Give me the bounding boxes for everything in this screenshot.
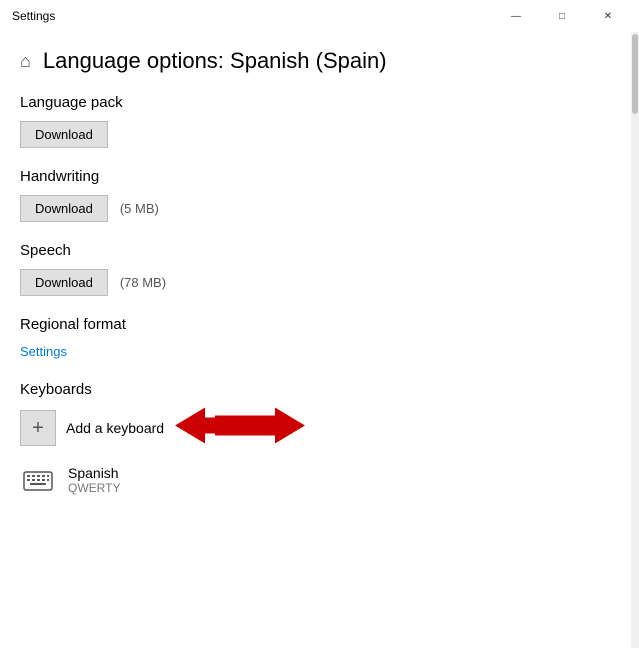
add-keyboard-row: + Add a keyboard	[20, 410, 611, 446]
keyboards-title: Keyboards	[20, 381, 611, 398]
handwriting-title: Handwriting	[20, 168, 611, 185]
keyboard-type: QWERTY	[68, 481, 120, 495]
content-area: ⌂ Language options: Spanish (Spain) Lang…	[0, 32, 639, 648]
language-pack-section: Language pack Download	[20, 94, 611, 148]
minimize-button[interactable]: —	[493, 0, 539, 32]
keyboard-name: Spanish	[68, 465, 120, 481]
handwriting-download-button[interactable]: Download	[20, 195, 108, 222]
title-bar: Settings — □ ✕	[0, 0, 639, 32]
keyboard-info: Spanish QWERTY	[68, 465, 120, 495]
scrollbar[interactable]	[631, 32, 639, 648]
window-title: Settings	[12, 9, 55, 23]
speech-download-row: Download (78 MB)	[20, 269, 611, 296]
close-button[interactable]: ✕	[585, 0, 631, 32]
page-title: Language options: Spanish (Spain)	[43, 48, 387, 74]
keyboards-section: Keyboards + Add a keyboard	[20, 381, 611, 502]
main-content: ⌂ Language options: Spanish (Spain) Lang…	[0, 32, 631, 648]
speech-title: Speech	[20, 242, 611, 259]
regional-format-section: Regional format Settings	[20, 316, 611, 361]
regional-format-settings-link[interactable]: Settings	[20, 344, 67, 359]
keyboard-icon	[20, 462, 56, 498]
handwriting-size: (5 MB)	[120, 201, 159, 216]
window-controls: — □ ✕	[493, 0, 631, 32]
language-pack-download-row: Download	[20, 121, 611, 148]
regional-format-title: Regional format	[20, 316, 611, 333]
scrollbar-thumb[interactable]	[632, 34, 638, 114]
add-keyboard-label: Add a keyboard	[66, 420, 164, 436]
speech-section: Speech Download (78 MB)	[20, 242, 611, 296]
keyboard-item-spanish: Spanish QWERTY	[20, 458, 611, 502]
maximize-button[interactable]: □	[539, 0, 585, 32]
home-icon[interactable]: ⌂	[20, 51, 31, 72]
handwriting-section: Handwriting Download (5 MB)	[20, 168, 611, 222]
page-header: ⌂ Language options: Spanish (Spain)	[20, 32, 611, 94]
title-bar-left: Settings	[12, 9, 55, 23]
red-arrow-icon	[175, 408, 305, 444]
settings-window: Settings — □ ✕ ⌂ Language options: Spani…	[0, 0, 639, 648]
language-pack-download-button[interactable]: Download	[20, 121, 108, 148]
arrow-indicator	[175, 408, 305, 449]
handwriting-download-row: Download (5 MB)	[20, 195, 611, 222]
keyboard-device-icon	[22, 464, 54, 496]
add-keyboard-button[interactable]: +	[20, 410, 56, 446]
speech-download-button[interactable]: Download	[20, 269, 108, 296]
speech-size: (78 MB)	[120, 275, 166, 290]
language-pack-title: Language pack	[20, 94, 611, 111]
